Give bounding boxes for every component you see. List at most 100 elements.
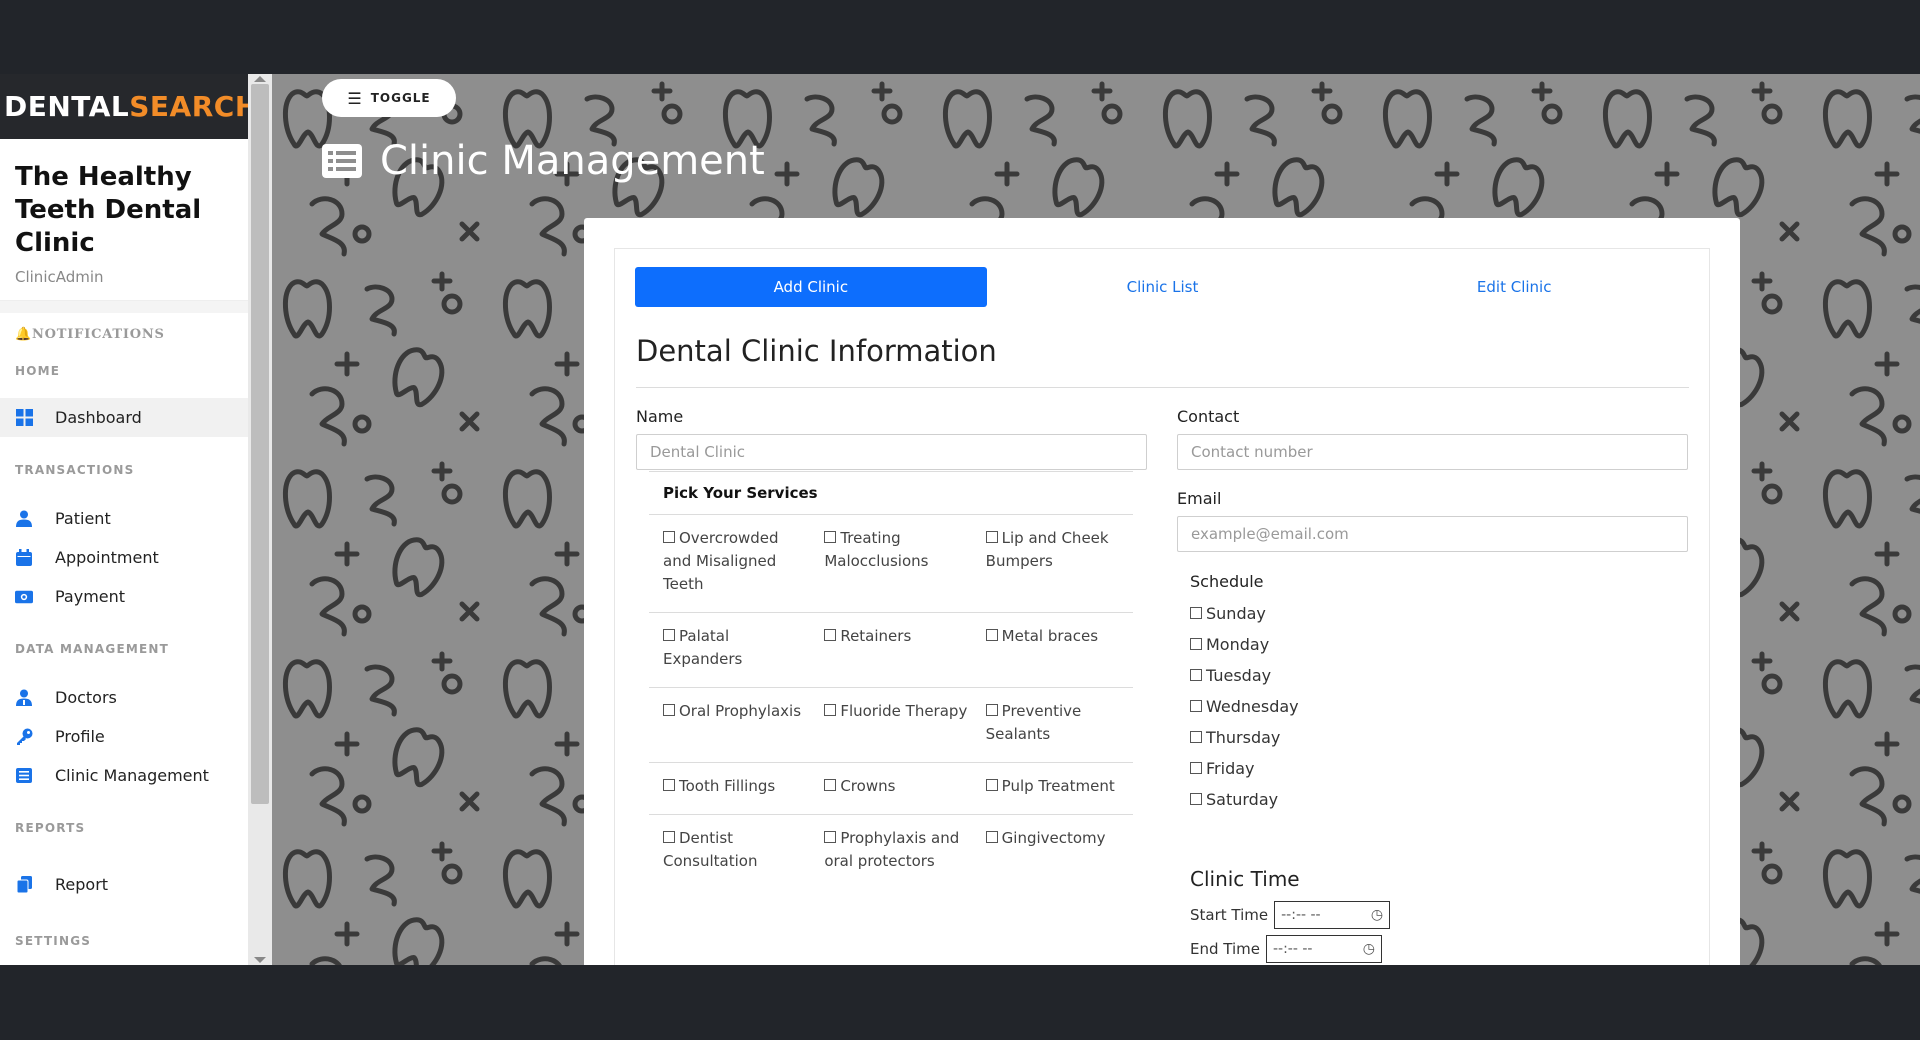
sidebar-item-profile[interactable]: Profile [0,717,248,756]
user-icon [15,510,33,528]
email-label: Email [1177,489,1222,508]
list-alt-icon [322,144,362,178]
notifications-label: NOTIFICATIONS [32,327,165,342]
sidebar-item-patient[interactable]: Patient [0,499,248,538]
name-input[interactable]: Dental Clinic [636,434,1147,470]
service-checkbox[interactable]: Metal braces [972,625,1133,671]
checkbox-icon [985,779,998,791]
service-label: Treating Malocclusions [824,529,929,570]
checkbox-icon [663,629,675,641]
section-transactions: TRANSACTIONS [15,463,135,477]
start-time-input[interactable]: --:-- -- ◷ [1274,901,1391,929]
schedule-label: Schedule [1190,572,1264,591]
services-row: Tooth Fillings Crowns Pulp Treatment [649,763,1133,815]
top-letterbox [0,0,1920,74]
notifications-link[interactable]: 🔔NOTIFICATIONS [0,313,248,342]
service-checkbox[interactable]: Pulp Treatment [972,775,1133,798]
day-checkbox-wednesday[interactable]: Wednesday [1190,697,1299,716]
tab-add-clinic[interactable]: Add Clinic [635,267,987,307]
service-checkbox[interactable]: Overcrowded and Misaligned Teeth [649,527,810,596]
day-checkbox-monday[interactable]: Monday [1190,635,1269,654]
scroll-down-arrow-icon[interactable] [254,957,266,963]
sidebar-item-payment[interactable]: Payment [0,577,248,616]
services-row: Overcrowded and Misaligned Teeth Treatin… [649,515,1133,613]
service-checkbox[interactable]: Prophylaxis and oral protectors [810,827,971,873]
sidebar-item-label: Profile [55,727,105,746]
service-label: Fluoride Therapy [840,702,968,720]
services-table: Pick Your Services Overcrowded and Misal… [649,471,1133,889]
end-time-input[interactable]: --:-- -- ◷ [1265,935,1382,963]
service-label: Oral Prophylaxis [679,702,802,720]
app-window: DENTAL SEARCH The Healthy Teeth Dental Cl… [0,74,1920,965]
service-checkbox[interactable]: Dentist Consultation [649,827,810,873]
key-icon [15,728,33,746]
sidebar: DENTAL SEARCH The Healthy Teeth Dental Cl… [0,74,248,965]
scrollbar-thumb[interactable] [251,84,269,804]
email-input[interactable]: example@email.com [1177,516,1688,552]
service-checkbox[interactable]: Fluoride Therapy [810,700,971,746]
contact-label: Contact [1177,407,1240,426]
end-time-label: End Time [1190,940,1260,958]
service-checkbox[interactable]: Lip and Cheek Bumpers [972,527,1133,596]
scroll-up-arrow-icon[interactable] [254,76,266,82]
sidebar-item-label: Appointment [55,548,159,567]
brand-logo-part2: SEARCH [129,90,248,123]
day-checkbox-sunday[interactable]: Sunday [1190,604,1266,623]
sidebar-scrollbar[interactable] [248,74,272,965]
sidebar-divider [0,301,248,313]
copy-icon [15,876,33,894]
service-checkbox[interactable]: Oral Prophylaxis [649,700,810,746]
checkbox-icon [985,531,998,543]
day-checkbox-saturday[interactable]: Saturday [1190,790,1278,809]
day-label: Sunday [1206,604,1266,623]
service-checkbox[interactable]: Treating Malocclusions [810,527,971,596]
tab-clinic-list[interactable]: Clinic List [987,267,1339,307]
sidebar-item-dashboard[interactable]: Dashboard [0,398,248,437]
service-label: Gingivectomy [1001,829,1106,847]
day-label: Friday [1206,759,1255,778]
checkbox-icon [1190,669,1202,681]
service-checkbox[interactable]: Gingivectomy [972,827,1133,873]
clock-icon[interactable]: ◷ [1363,941,1375,957]
checkbox-icon [1190,607,1202,619]
services-row: Oral Prophylaxis Fluoride Therapy Preven… [649,688,1133,763]
day-checkbox-tuesday[interactable]: Tuesday [1190,666,1271,685]
checkbox-icon [1190,700,1202,712]
clock-icon[interactable]: ◷ [1371,907,1383,923]
checkbox-icon [985,831,998,843]
sidebar-item-appointment[interactable]: Appointment [0,538,248,577]
service-label: Preventive Sealants [985,702,1082,743]
hamburger-icon: ☰ [347,88,363,108]
toggle-sidebar-button[interactable]: ☰ TOGGLE [322,79,456,117]
checkbox-icon [663,531,675,543]
service-checkbox[interactable]: Retainers [810,625,971,671]
checkbox-icon [824,779,837,791]
service-checkbox[interactable]: Tooth Fillings [649,775,810,798]
sidebar-item-doctors[interactable]: Doctors [0,678,248,717]
checkbox-icon [663,704,675,716]
clinic-profile: The Healthy Teeth Dental Clinic ClinicAd… [0,139,248,301]
section-home: HOME [15,364,61,378]
money-bill-icon [15,588,33,606]
services-row: Dentist Consultation Prophylaxis and ora… [649,815,1133,889]
checkbox-icon [1190,731,1202,743]
brand-logo[interactable]: DENTAL SEARCH [0,74,248,139]
checkbox-icon [824,629,837,641]
checkbox-icon [663,779,675,791]
tab-edit-clinic[interactable]: Edit Clinic [1338,267,1690,307]
sidebar-item-label: Dashboard [55,408,142,427]
sidebar-item-clinic-management[interactable]: Clinic Management [0,756,248,795]
service-label: Pulp Treatment [1001,777,1115,795]
service-label: Overcrowded and Misaligned Teeth [663,529,779,593]
clinic-time-title: Clinic Time [1190,867,1300,891]
day-checkbox-thursday[interactable]: Thursday [1190,728,1280,747]
service-checkbox[interactable]: Crowns [810,775,971,798]
day-checkbox-friday[interactable]: Friday [1190,759,1255,778]
sidebar-item-report[interactable]: Report [0,865,248,904]
checkbox-icon [824,831,837,843]
service-checkbox[interactable]: Palatal Expanders [649,625,810,671]
contact-input[interactable]: Contact number [1177,434,1688,470]
sidebar-item-label: Doctors [55,688,117,707]
service-checkbox[interactable]: Preventive Sealants [972,700,1133,746]
day-label: Wednesday [1206,697,1299,716]
